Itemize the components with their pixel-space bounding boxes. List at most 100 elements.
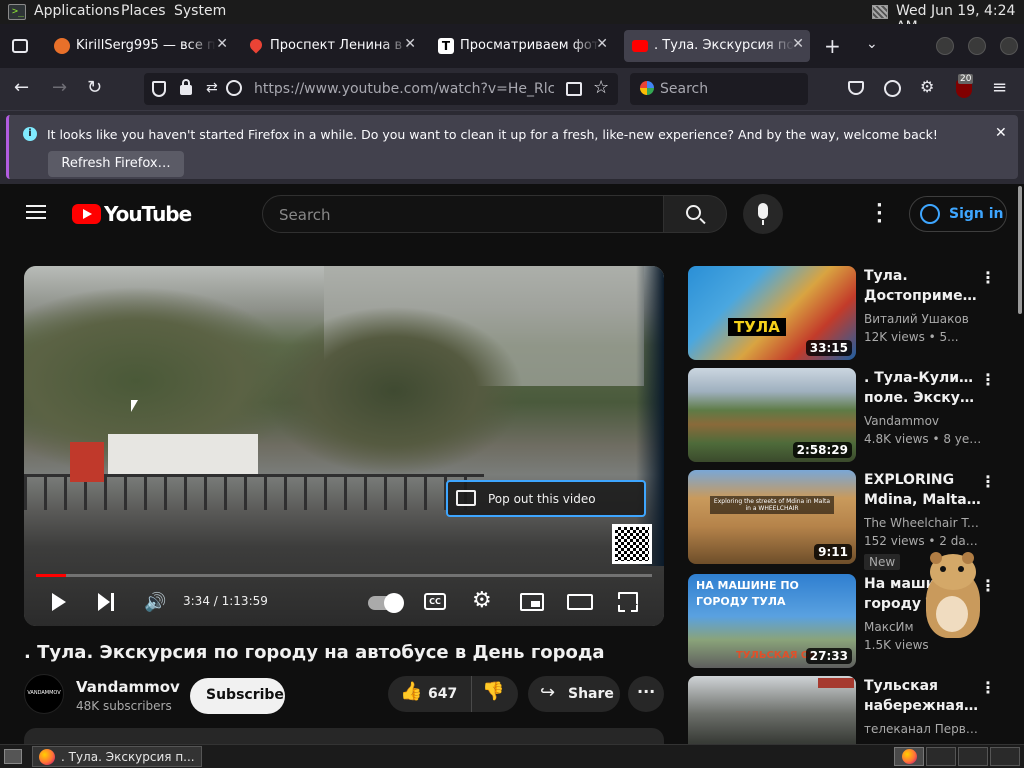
forward-icon[interactable]: →	[52, 78, 67, 98]
extensions-icon[interactable]: ⚙	[920, 77, 934, 96]
tab-tula-excursion[interactable]: . Тула. Экскурсия по г ✕	[624, 30, 810, 62]
youtube-logo-text[interactable]: YouTube	[104, 202, 192, 226]
workspace-switcher[interactable]	[990, 747, 1020, 766]
tab-label: . Тула. Экскурсия по г	[654, 38, 794, 53]
taskbar-window-button[interactable]: . Тула. Экскурсия п...	[32, 746, 202, 767]
menu-system[interactable]: System	[174, 3, 226, 19]
tab-prosmatrivaem-foto[interactable]: T Просматриваем фото ✕	[430, 30, 614, 62]
menu-places[interactable]: Places	[121, 3, 166, 19]
search-bar[interactable]: Search	[630, 73, 808, 105]
workspace-switcher[interactable]	[894, 747, 924, 766]
recommendation-channel[interactable]: Vandammov	[864, 414, 982, 428]
close-tab-icon[interactable]: ✕	[596, 36, 608, 52]
youtube-logo-icon[interactable]	[72, 204, 101, 224]
duration-badge: 27:33	[805, 648, 852, 664]
more-horizontal-icon: ···	[637, 682, 656, 701]
progress-bar[interactable]	[36, 574, 652, 577]
miniplayer-icon[interactable]	[520, 593, 544, 611]
settings-kebab-icon[interactable]: · · ·	[876, 197, 883, 231]
thumbnail[interactable]: ТУЛА 33:15	[688, 266, 856, 360]
show-desktop-icon[interactable]	[4, 749, 22, 764]
close-tab-icon[interactable]: ✕	[404, 36, 416, 52]
volume-icon[interactable]: 🔊	[144, 592, 166, 613]
share-button[interactable]: ↪ Share	[528, 676, 620, 712]
pop-out-tooltip[interactable]: Pop out this video	[446, 480, 646, 517]
kebab-menu-icon[interactable]: ⋮	[980, 268, 996, 287]
close-tab-icon[interactable]: ✕	[792, 36, 804, 52]
tab-kirillserg[interactable]: KirillSerg995 — все по ✕	[46, 30, 234, 62]
captions-icon[interactable]: CC	[424, 593, 446, 610]
url-bar[interactable]: ⇄ https://www.youtube.com/watch?v=He_Rlc…	[144, 73, 618, 105]
recommendation-channel[interactable]: The Wheelchair Tra...	[864, 516, 982, 530]
workspace-switcher[interactable]	[926, 747, 956, 766]
minimize-window-icon[interactable]	[936, 37, 954, 55]
pocket-icon[interactable]	[848, 81, 864, 95]
thumbnail[interactable]: Exploring the streets of Mdina in Malta …	[688, 470, 856, 564]
reload-icon[interactable]: ↻	[87, 78, 102, 98]
list-all-tabs-icon[interactable]: ⌄	[866, 36, 878, 52]
new-tab-icon[interactable]: +	[824, 34, 841, 58]
page-scrollbar[interactable]	[1018, 186, 1022, 314]
tab-label: KirillSerg995 — все по	[76, 38, 216, 53]
youtube-search-input[interactable]: Search	[262, 195, 664, 233]
maximize-window-icon[interactable]	[968, 37, 986, 55]
recommendation-title[interactable]: Тульскаянабережная: к...	[864, 676, 982, 716]
search-engine-icon[interactable]	[640, 81, 654, 95]
sign-in-button[interactable]: Sign in	[909, 196, 1007, 232]
youtube-search-button[interactable]	[663, 195, 727, 233]
bookmark-star-icon[interactable]: ☆	[593, 77, 609, 98]
guide-menu-icon[interactable]	[26, 205, 46, 219]
thumbnail[interactable]	[688, 676, 856, 744]
recommendation-channel[interactable]: Виталий Ушаков	[864, 312, 982, 326]
kebab-menu-icon[interactable]: ⋮	[980, 370, 996, 389]
settings-gear-icon[interactable]: ⚙	[472, 588, 492, 613]
workspace-switcher[interactable]	[958, 747, 988, 766]
voice-search-button[interactable]	[743, 194, 783, 234]
hamburger-menu-icon[interactable]: ≡	[992, 78, 1007, 98]
channel-avatar[interactable]: VANDAMMOV	[24, 674, 64, 714]
kebab-menu-icon[interactable]: ⋮	[980, 472, 996, 491]
recommendation-title[interactable]: EXPLORINGMdina, Malta in ...	[864, 470, 982, 510]
thumbnail[interactable]: 2:58:29	[688, 368, 856, 462]
more-actions-button[interactable]: ···	[628, 676, 664, 712]
white-building-shape	[108, 434, 258, 474]
close-notification-icon[interactable]: ✕	[995, 125, 1007, 141]
autoplay-toggle[interactable]	[368, 593, 404, 613]
close-tab-icon[interactable]: ✕	[216, 36, 228, 52]
description-box[interactable]	[24, 728, 664, 744]
autoplay-blocked-icon[interactable]	[226, 80, 242, 96]
channel-name[interactable]: Vandammov	[76, 678, 180, 696]
close-window-icon[interactable]	[1000, 37, 1018, 55]
network-icon[interactable]	[872, 5, 888, 19]
theater-mode-icon[interactable]	[567, 594, 593, 610]
subscribe-button[interactable]: Subscribe	[190, 678, 285, 714]
video-player[interactable]: Pop out this video 🔊 3:34 / 1:13:59 CC ⚙	[24, 266, 664, 626]
tab-prospekt-lenina[interactable]: Проспект Ленина в го ✕	[240, 30, 422, 62]
kebab-menu-icon[interactable]: ⋮	[980, 678, 996, 697]
recommendation-channel[interactable]: телеканал Первы...	[864, 722, 982, 736]
picture-in-picture-icon[interactable]	[566, 82, 582, 96]
thumbnail[interactable]: НА МАШИНЕ ПО ГОРОДУ ТУЛА ТУЛЬСКАЯ ОБ 27:…	[688, 574, 856, 668]
terminal-icon[interactable]: >_	[8, 4, 26, 20]
refresh-firefox-button[interactable]: Refresh Firefox…	[48, 151, 184, 177]
recommendation-item[interactable]: Тульскаянабережная: к... телеканал Первы…	[688, 676, 1018, 744]
recommendation-title[interactable]: Тула.Достопримеча...	[864, 266, 982, 306]
permissions-icon[interactable]: ⇄	[206, 80, 218, 96]
info-icon: i	[23, 127, 37, 141]
like-dislike-group: 👍 647 👎	[388, 676, 518, 712]
next-icon[interactable]	[98, 593, 110, 611]
menu-applications[interactable]: Applications	[34, 3, 120, 19]
recommendation-item[interactable]: ТУЛА 33:15 Тула.Достопримеча... Виталий …	[688, 266, 1018, 360]
like-button[interactable]: 👍 647	[388, 676, 472, 712]
youtube-favicon-icon	[632, 40, 648, 52]
thumbs-down-icon[interactable]: 👎	[482, 681, 504, 702]
recommendation-item[interactable]: 2:58:29 . Тула-Куликовополе. Экскурси...…	[688, 368, 1018, 462]
back-icon[interactable]: ←	[14, 78, 29, 98]
sign-in-label: Sign in	[949, 206, 1004, 222]
recommendation-title[interactable]: . Тула-Куликовополе. Экскурси...	[864, 368, 982, 408]
shield-icon[interactable]	[152, 81, 166, 97]
account-icon[interactable]	[884, 80, 901, 97]
firefox-view-icon[interactable]	[12, 39, 28, 53]
url-text[interactable]: https://www.youtube.com/watch?v=He_RlcS1…	[254, 81, 554, 97]
play-icon[interactable]	[52, 593, 66, 611]
